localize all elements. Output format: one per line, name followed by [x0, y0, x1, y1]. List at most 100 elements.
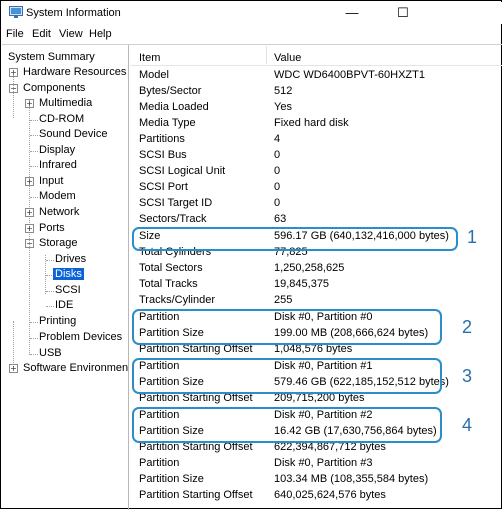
tree-line	[30, 338, 38, 339]
tree-item-network[interactable]: Network	[39, 206, 79, 219]
window-title: System Information	[26, 7, 121, 19]
column-header-item[interactable]: Item	[139, 52, 160, 64]
table-row[interactable]: Partition Disk #0, Partition #3	[130, 455, 502, 471]
item-cell: Partitions	[139, 133, 185, 145]
item-cell: Media Loaded	[139, 101, 209, 113]
highlight-number: 4	[462, 415, 473, 435]
tree-item-scsi[interactable]: SCSI	[55, 284, 81, 297]
expand-icon[interactable]: +	[25, 99, 34, 108]
table-row[interactable]: Partition Size 103.34 MB (108,355,584 byt…	[130, 471, 502, 487]
tree-item-ide[interactable]: IDE	[55, 299, 73, 312]
tree-item-problem-devices[interactable]: Problem Devices	[39, 331, 122, 344]
expand-icon[interactable]: +	[25, 208, 34, 217]
value-cell: Yes	[274, 101, 292, 113]
table-row[interactable]: Media Type Fixed hard disk	[130, 115, 502, 131]
tree-item-ports[interactable]: Ports	[39, 222, 65, 235]
tree-item-storage[interactable]: Storage	[39, 237, 78, 250]
tree-item-infrared[interactable]: Infrared	[39, 159, 77, 172]
expand-icon[interactable]: +	[9, 68, 18, 77]
tree-item-hardware-resources[interactable]: Hardware Resources	[23, 66, 126, 79]
table-row[interactable]: SCSI Logical Unit 0	[130, 163, 502, 179]
table-row[interactable]: Model WDC WD6400BPVT-60HXZT1	[130, 67, 502, 83]
tree-line	[46, 275, 52, 276]
tree-label: Multimedia	[39, 97, 93, 109]
value-cell: Fixed hard disk	[274, 117, 349, 129]
value-cell: 19,845,375	[274, 278, 330, 290]
table-row[interactable]: Partitions 4	[130, 131, 502, 147]
tree-label: Display	[39, 144, 76, 156]
tree-label: System Summary	[8, 51, 95, 63]
tree-label: Problem Devices	[39, 331, 123, 343]
table-row[interactable]: Partition Starting Offset 640,025,624,576…	[130, 487, 502, 503]
maximize-button[interactable]: ☐	[380, 2, 426, 24]
collapse-icon[interactable]: −	[25, 239, 34, 248]
highlight-number: 1	[467, 227, 478, 247]
tree-item-multimedia[interactable]: Multimedia	[39, 97, 92, 110]
tree-item-components[interactable]: Components	[23, 82, 85, 95]
tree-label: Printing	[39, 315, 77, 327]
table-row[interactable]: Media Loaded Yes	[130, 99, 502, 115]
value-cell: 1,250,258,625	[274, 262, 345, 274]
tree-item-printing[interactable]: Printing	[39, 315, 76, 328]
tree-item-system-summary[interactable]: System Summary	[8, 51, 95, 64]
tree-line	[13, 75, 14, 118]
tree-item-display[interactable]: Display	[39, 144, 75, 157]
item-cell: SCSI Logical Unit	[139, 165, 226, 177]
tree-label: Network	[39, 206, 80, 218]
item-cell: SCSI Port	[139, 181, 188, 193]
menu-file[interactable]: File	[6, 28, 24, 40]
table-row[interactable]: Tracks/Cylinder 255	[130, 292, 502, 308]
tree-label: Modem	[39, 190, 76, 202]
table-row[interactable]: Sectors/Track 63	[130, 211, 502, 227]
tree-label: Software Environment	[23, 362, 129, 374]
tree-item-cd-rom[interactable]: CD-ROM	[39, 113, 84, 126]
value-cell: 103.34 MB (108,355,584 bytes)	[274, 473, 429, 485]
column-divider[interactable]	[266, 46, 267, 64]
tree-label: CD-ROM	[39, 113, 85, 125]
tree-label-selected: Disks	[53, 268, 84, 280]
item-cell: Partition Starting Offset	[139, 489, 253, 501]
tree-label: USB	[39, 347, 62, 359]
tree-label: Infrared	[39, 159, 77, 171]
tree-line	[30, 120, 38, 121]
system-information-icon	[9, 6, 23, 18]
tree-item-drives[interactable]: Drives	[55, 253, 86, 266]
tree-item-modem[interactable]: Modem	[39, 190, 76, 203]
tree-item-usb[interactable]: USB	[39, 347, 62, 360]
category-tree[interactable]: System Summary + Hardware Resources − Co…	[2, 45, 129, 510]
table-row[interactable]: Total Sectors 1,250,258,625	[130, 260, 502, 276]
expand-icon[interactable]: +	[25, 224, 34, 233]
expand-icon[interactable]: +	[9, 364, 18, 373]
table-row[interactable]: Bytes/Sector 512	[130, 83, 502, 99]
value-cell: 255	[274, 294, 293, 306]
tree-item-software-environment[interactable]: Software Environment	[23, 362, 129, 375]
tree-item-disks[interactable]: Disks	[53, 268, 84, 281]
item-cell: Sectors/Track	[139, 213, 207, 225]
table-row[interactable]: SCSI Bus 0	[130, 147, 502, 163]
value-cell: 0	[274, 149, 281, 161]
minimize-button[interactable]: —	[329, 2, 375, 24]
item-cell: SCSI Target ID	[139, 197, 213, 209]
tree-label: Sound Device	[39, 128, 108, 140]
table-row[interactable]: SCSI Target ID 0	[130, 195, 502, 211]
menu-edit[interactable]: Edit	[32, 28, 51, 40]
item-cell: SCSI Bus	[139, 149, 187, 161]
tree-item-input[interactable]: Input	[39, 175, 63, 188]
item-cell: Total Sectors	[139, 262, 203, 274]
table-header: Item Value	[130, 45, 502, 66]
expand-icon[interactable]: +	[25, 177, 34, 186]
value-cell: 63	[274, 213, 287, 225]
tree-item-sound-device[interactable]: Sound Device	[39, 128, 108, 141]
collapse-icon[interactable]: −	[9, 84, 18, 93]
tree-label: Components	[23, 82, 86, 94]
value-cell: 0	[274, 197, 281, 209]
table-row[interactable]: SCSI Port 0	[130, 179, 502, 195]
tree-line	[46, 306, 54, 307]
value-cell: 4	[274, 133, 281, 145]
table-row[interactable]: Total Tracks 19,845,375	[130, 276, 502, 292]
menu-view[interactable]: View	[59, 28, 83, 40]
title-bar: System Information — ☐	[2, 2, 502, 24]
menu-help[interactable]: Help	[89, 28, 112, 40]
column-header-value[interactable]: Value	[274, 52, 301, 64]
value-cell: 0	[274, 165, 281, 177]
